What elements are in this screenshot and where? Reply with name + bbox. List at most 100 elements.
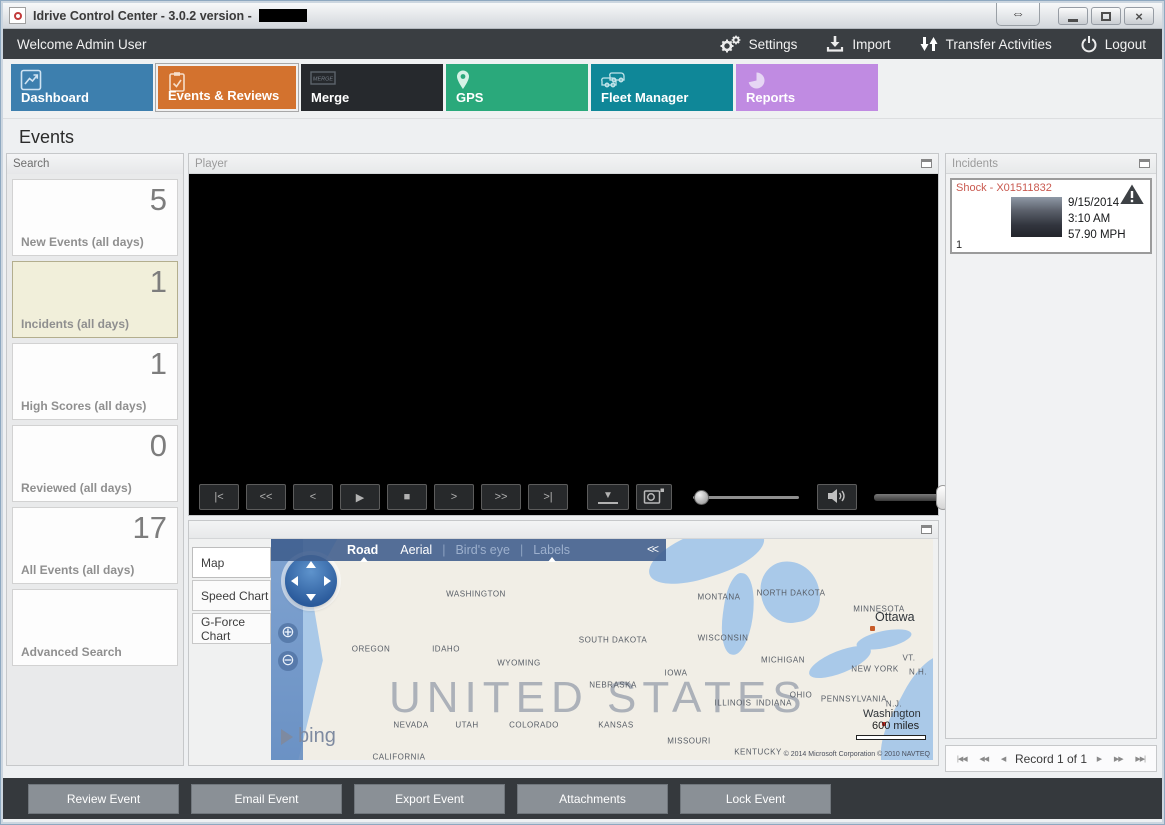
tab-reports[interactable]: Reports — [736, 64, 878, 111]
tab-dashboard[interactable]: Dashboard — [11, 64, 153, 111]
download-icon: ▼ — [598, 490, 618, 504]
view-option-bird-s-eye[interactable]: Bird's eye — [455, 543, 510, 557]
search-card-advanced-search[interactable]: Advanced Search — [12, 589, 178, 666]
attachments-button[interactable]: Attachments — [517, 783, 668, 814]
map-tab-speed-chart[interactable]: Speed Chart — [192, 580, 271, 611]
maximize-button[interactable] — [1091, 7, 1121, 25]
state-label-missouri: Missouri — [667, 736, 711, 746]
video-display[interactable] — [189, 174, 938, 479]
search-card-incidents-all-days[interactable]: 1 Incidents (all days) — [12, 261, 178, 338]
card-count: 0 — [149, 428, 167, 463]
settings-button[interactable]: Settings — [718, 34, 798, 54]
skip-to-start-button[interactable]: |< — [199, 484, 239, 510]
last-record-button[interactable]: ▶▶| — [1132, 755, 1148, 763]
title-bar: Idrive Control Center - 3.0.2 version - … — [3, 3, 1162, 29]
incident-date: 9/15/2014 — [1068, 197, 1120, 209]
header-actions: Settings Import Transfer Activities Logout — [718, 34, 1146, 54]
camera-icon — [643, 487, 665, 508]
map-scale-label: 600 miles — [872, 720, 920, 732]
state-label-oregon: Oregon — [351, 644, 391, 654]
incident-speed: 57.90 MPH — [1068, 229, 1126, 242]
state-label-kansas: Kansas — [598, 720, 634, 730]
play-button[interactable]: ▶ — [340, 484, 380, 510]
tab-label: Fleet Manager — [601, 90, 689, 105]
lock-event-button[interactable]: Lock Event — [680, 783, 831, 814]
incident-card[interactable]: Shock - X01511832 9/15/2014 3:10 AM 57.9… — [950, 178, 1152, 254]
map-compass-control[interactable] — [285, 555, 337, 607]
view-option-aerial[interactable]: Aerial — [400, 543, 432, 557]
search-card-high-scores-all-days[interactable]: 1 High Scores (all days) — [12, 343, 178, 420]
incidents-panel-title: Incidents — [952, 157, 999, 170]
search-cards: 5 New Events (all days) 1 Incidents (all da… — [7, 174, 183, 671]
view-option-road[interactable]: Road — [347, 543, 378, 562]
map-tab-map[interactable]: Map — [192, 547, 271, 578]
bing-icon — [281, 728, 293, 745]
state-label-illinois: Illinois — [714, 698, 752, 708]
view-separator: | — [519, 543, 524, 557]
tab-events-reviews[interactable]: Events & Reviews — [155, 63, 299, 112]
search-card-reviewed-all-days[interactable]: 0 Reviewed (all days) — [12, 425, 178, 502]
close-button[interactable]: × — [1124, 7, 1154, 25]
export-event-button[interactable]: Export Event — [354, 783, 505, 814]
mute-button[interactable] — [817, 484, 857, 510]
view-option-labels[interactable]: Labels — [533, 543, 570, 562]
minimize-button[interactable] — [1058, 7, 1088, 25]
zoom-in-button[interactable]: ⊕ — [278, 623, 298, 643]
search-card-new-events-all-days[interactable]: 5 New Events (all days) — [12, 179, 178, 256]
snapshot-button[interactable] — [636, 484, 672, 510]
collapse-viewbar-button[interactable]: << — [647, 542, 659, 556]
incidents-panel: Incidents Shock - X01511832 9/15/2014 3:… — [945, 153, 1157, 739]
state-label-indiana: Indiana — [756, 698, 792, 708]
fast-forward-button[interactable]: >> — [481, 484, 521, 510]
seek-slider-thumb[interactable] — [694, 489, 709, 505]
review-event-button[interactable]: Review Event — [28, 783, 179, 814]
state-label-nevada: Nevada — [393, 720, 429, 730]
transfer-activities-button[interactable]: Transfer Activities — [919, 34, 1052, 54]
collapse-panel-icon[interactable] — [921, 525, 932, 534]
pan-north-icon — [306, 561, 316, 568]
map-canvas[interactable]: UNITED STATES Washington Montana North Dak… — [271, 539, 933, 760]
state-label-vt-: Vt. — [902, 653, 916, 663]
card-count: 1 — [149, 264, 167, 299]
import-button[interactable]: Import — [825, 34, 891, 54]
step-forward-button[interactable]: > — [434, 484, 474, 510]
tab-merge[interactable]: MERGE Merge — [301, 64, 443, 111]
state-label-north-dakota: North Dakota — [756, 588, 826, 598]
state-label-michigan: Michigan — [761, 655, 805, 665]
next-record-button[interactable]: ▶ — [1094, 755, 1104, 763]
collapse-panel-icon[interactable] — [921, 159, 932, 168]
zoom-out-button[interactable]: ⊖ — [278, 651, 298, 671]
step-back-button[interactable]: < — [293, 484, 333, 510]
skip-to-end-button[interactable]: >| — [528, 484, 568, 510]
card-label: All Events (all days) — [21, 563, 135, 577]
download-button[interactable]: ▼ — [587, 484, 629, 510]
stop-button[interactable]: ■ — [387, 484, 427, 510]
selected-view-marker — [359, 557, 368, 562]
view-separator: | — [442, 543, 446, 557]
state-label-california: California — [372, 752, 426, 761]
prev-record-button[interactable]: ◀ — [998, 755, 1008, 763]
tab-gps[interactable]: GPS — [446, 64, 588, 111]
resize-button[interactable]: ⇔ — [996, 3, 1040, 26]
card-label: Incidents (all days) — [21, 317, 130, 331]
road-camera-thumbnail — [955, 197, 1011, 237]
logout-button[interactable]: Logout — [1080, 34, 1146, 54]
close-icon: × — [1135, 8, 1143, 24]
tab-fleet-manager[interactable]: Fleet Manager — [591, 64, 733, 111]
search-card-all-events-all-days[interactable]: 17 All Events (all days) — [12, 507, 178, 584]
next-page-button[interactable]: ▶▶ — [1111, 755, 1126, 763]
map-tab-g-force-chart[interactable]: G-Force Chart — [192, 613, 271, 644]
city-label-washington: Washington — [863, 708, 921, 720]
seek-slider[interactable] — [693, 489, 799, 505]
tab-label: Dashboard — [21, 90, 89, 105]
state-label-wisconsin: Wisconsin — [697, 633, 749, 643]
settings-label: Settings — [748, 36, 798, 52]
rewind-button[interactable]: << — [246, 484, 286, 510]
email-event-button[interactable]: Email Event — [191, 783, 342, 814]
collapse-panel-icon[interactable] — [1139, 159, 1150, 168]
cabin-camera-thumbnail — [1011, 197, 1062, 237]
first-record-button[interactable]: |◀◀ — [954, 755, 970, 763]
prev-page-button[interactable]: ◀◀ — [976, 755, 991, 763]
record-navigator: |◀◀ ◀◀ ◀ Record 1 of 1 ▶ ▶▶ ▶▶| — [945, 745, 1157, 772]
volume-slider[interactable] — [874, 484, 950, 510]
